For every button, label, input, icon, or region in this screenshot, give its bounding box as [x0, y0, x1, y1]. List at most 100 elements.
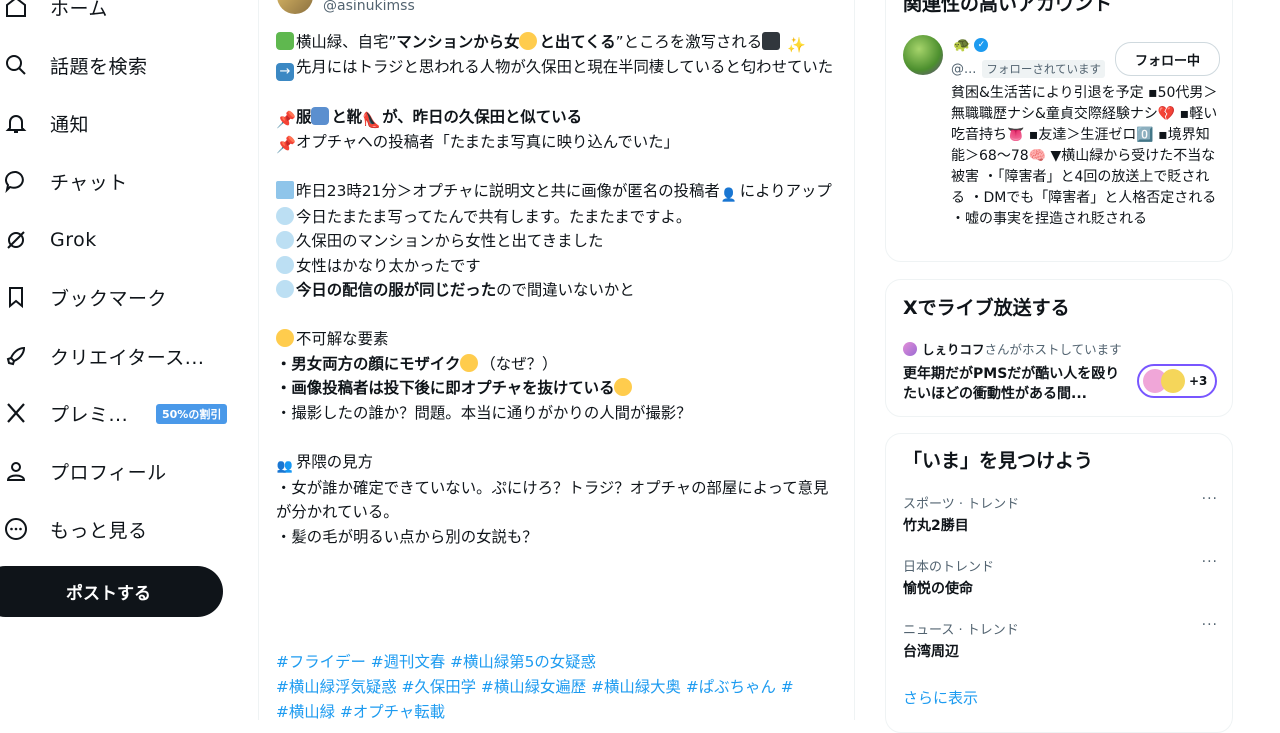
post-line-text: ・撮影したの誰か？問題。本当に通りがかりの人間が撮影？	[276, 403, 692, 422]
hashtag-link[interactable]: #横山緑大奥	[591, 678, 681, 696]
post-line-text: 女性はかなり太かったです	[296, 256, 481, 275]
nav-explore[interactable]: 話題を検索	[0, 45, 148, 85]
trend-category: ニュース · トレンド	[903, 623, 1019, 638]
post-line: 今日たまたま写ってたんで共有します。たまたまですよ。	[276, 205, 841, 230]
account-name[interactable]: 🐢 ✓	[953, 37, 989, 53]
post-line: 📌オプチャへの投稿者「たまたま写真に映り込んでいた」	[276, 130, 841, 155]
post-line-text: 久保田のマンションから女性と出てきました	[296, 232, 604, 250]
nav-bookmarks[interactable]: ブックマーク	[0, 277, 167, 317]
trend-item[interactable]: ニュース · トレンド 台湾周辺 ···	[903, 617, 1218, 661]
following-button[interactable]: フォロー中	[1115, 42, 1220, 76]
trends-title: 「いま」を見つけよう	[903, 450, 1094, 472]
post-text: 横山緑、自宅”マンションから女 と出てくる”ところを激写される ✨ → 先月にはトラ…	[276, 30, 841, 549]
nav-profile[interactable]: プロフィール	[0, 451, 167, 491]
account-bio: 貧困&生活苦により引退を予定 ▪50代男＞無職職歴ナシ&童貞交際経験ナシ💔 ▪軽…	[951, 85, 1218, 227]
author-handle[interactable]: @asinukimss	[323, 0, 415, 14]
trend-item[interactable]: 日本のトレンド 愉悦の使命 ···	[903, 554, 1218, 598]
hashtag-link[interactable]: #横山緑	[276, 703, 335, 720]
more-options-icon[interactable]: ···	[1202, 617, 1218, 633]
nav-home[interactable]: ホーム	[0, 0, 108, 27]
host-avatar	[903, 341, 917, 356]
speech-bubble-icon	[276, 206, 294, 225]
post-line-text: 横山緑、自宅”	[296, 33, 397, 51]
account-meta: @... フォローされています	[951, 60, 1106, 78]
post-line: 📌服 と靴👠が、昨日の久保田と似ている	[276, 105, 841, 130]
post-line: ・髪の毛が明るい点から別の女説も？	[276, 525, 841, 550]
nav-more[interactable]: もっと見る	[0, 509, 148, 549]
space-title[interactable]: 更年期だがPMSだが酷い人を殴りたいほどの衝動性がある間...	[903, 364, 1125, 404]
hashtag-link[interactable]: #ぱぶちゃん	[686, 678, 776, 696]
post-line-text: （なぜ？）	[480, 354, 558, 373]
hashtag-link[interactable]: #	[781, 678, 794, 696]
post-line-bold: が、昨日の久保田と似ている	[382, 108, 582, 126]
shoe-icon: 👠	[362, 111, 381, 129]
nav-creator-studio-label: クリエイタース...	[50, 346, 205, 369]
nav-explore-label: 話題を検索	[50, 55, 148, 78]
participant-count: +3	[1189, 374, 1208, 388]
nav-more-label: もっと見る	[50, 519, 148, 542]
hashtag-link[interactable]: #フライデー	[276, 653, 366, 671]
nav-chat[interactable]: チャット	[0, 161, 128, 201]
live-title: Xでライブ放送する	[903, 297, 1070, 319]
participant-avatar	[1161, 369, 1185, 393]
post-line-text: ・髪の毛が明るい点から別の女説も？	[276, 527, 538, 546]
space-participants[interactable]: +3	[1137, 364, 1217, 398]
hashtag-link[interactable]: #横山緑第5の女疑惑	[450, 653, 596, 671]
person-icon	[0, 459, 36, 483]
x-logo-icon	[0, 401, 36, 425]
hashtag-link[interactable]: #横山緑浮気疑惑	[276, 678, 397, 696]
post-line-text: 界隈の見方	[296, 452, 373, 471]
post-line: 👥 界隈の見方	[276, 450, 841, 476]
more-options-icon[interactable]: ···	[1202, 554, 1218, 570]
post-line-text: によりアップ	[739, 181, 832, 200]
thinking-face-icon	[460, 353, 479, 372]
premium-discount-badge: 50%の割引	[156, 404, 228, 424]
search-icon	[0, 53, 36, 77]
nav-bookmarks-label: ブックマーク	[50, 287, 168, 310]
post-line-bold: ・	[276, 354, 292, 373]
chat-bubble-icon	[0, 169, 36, 193]
post-line: 横山緑、自宅”マンションから女 と出てくる”ところを激写される ✨	[276, 30, 841, 55]
show-more-link[interactable]: さらに表示	[903, 687, 978, 708]
speech-bubble-icon	[276, 231, 294, 249]
thinking-face-icon	[276, 329, 294, 347]
nav-creator-studio[interactable]: クリエイタース...	[0, 336, 204, 376]
post-line-text: 先月にはトラジと思われる人物が久保田と現在半同棲していると匂わせていた	[296, 57, 834, 76]
green-square-icon	[276, 32, 294, 50]
right-sidebar: 関連性の高いアカウント 🐢 ✓ @... フォローされています フォロー中 貧困…	[885, 0, 1235, 733]
nav-grok[interactable]: Grok	[0, 220, 97, 260]
rocket-icon	[0, 344, 36, 368]
nav-profile-label: プロフィール	[50, 461, 167, 484]
hashtag-link[interactable]: #久保田学	[402, 678, 476, 696]
hashtag-link[interactable]: #週刊文春	[371, 653, 445, 671]
post-line: ・女が誰か確定できていない。ぷにけろ？トラジ？オプチャの部屋によって意見が分かれ…	[276, 476, 841, 525]
post-line-bold: 男女両方の顔にモザイク	[291, 354, 461, 373]
left-navigation: ホーム 話題を検索 通知 チャット Grok ブックマーク クリエイタース...…	[0, 0, 258, 720]
hashtag-link[interactable]: #横山緑女遍歴	[481, 678, 586, 696]
post-line: ・男女両方の顔にモザイク （なぜ？）	[276, 352, 841, 377]
nav-premium-label: プレミ...	[50, 403, 129, 426]
nav-home-label: ホーム	[50, 0, 108, 20]
verified-badge-icon: ✓	[974, 38, 989, 52]
trend-category: 日本のトレンド	[903, 560, 995, 575]
trend-item[interactable]: スポーツ · トレンド 竹丸2勝目 ···	[903, 491, 1218, 535]
nav-notifications[interactable]: 通知	[0, 103, 89, 143]
post-line-text: ”ところを激写される	[615, 33, 763, 51]
post-line: ・画像投稿者は投下後に即オプチャを抜けている	[276, 376, 841, 401]
more-options-icon[interactable]: ···	[1202, 491, 1218, 507]
bell-icon	[0, 111, 36, 135]
post-line-text: オプチャへの投稿者「たまたま写真に映り込んでいた」	[296, 132, 679, 151]
nav-premium[interactable]: プレミ...	[0, 393, 128, 433]
post-line-text: 昨日23時21分＞オプチャに説明文と共に画像が匿名の投稿者	[296, 181, 720, 200]
post-column: @asinukimss 横山緑、自宅”マンションから女 と出てくる”ところを激写さ…	[258, 0, 855, 720]
post-button[interactable]: ポストする	[0, 566, 223, 617]
hashtag-list: #フライデー #週刊文春 #横山緑第5の女疑惑 #横山緑浮気疑惑 #久保田学 #…	[276, 650, 841, 720]
hashtag-link[interactable]: #オプチャ転載	[340, 703, 445, 720]
live-card: Xでライブ放送する しぇりコフ さんがホストしています 更年期だがPMSだが酷い人…	[885, 279, 1233, 417]
account-avatar[interactable]	[903, 35, 943, 75]
post-line-bold: 今日の配信の服が同じだった	[296, 281, 497, 299]
host-name: しぇりコフ	[922, 342, 985, 357]
trend-name: 台湾周辺	[903, 644, 959, 660]
post-line-text: ので間違いないかと	[496, 281, 635, 299]
author-avatar[interactable]	[277, 0, 313, 14]
